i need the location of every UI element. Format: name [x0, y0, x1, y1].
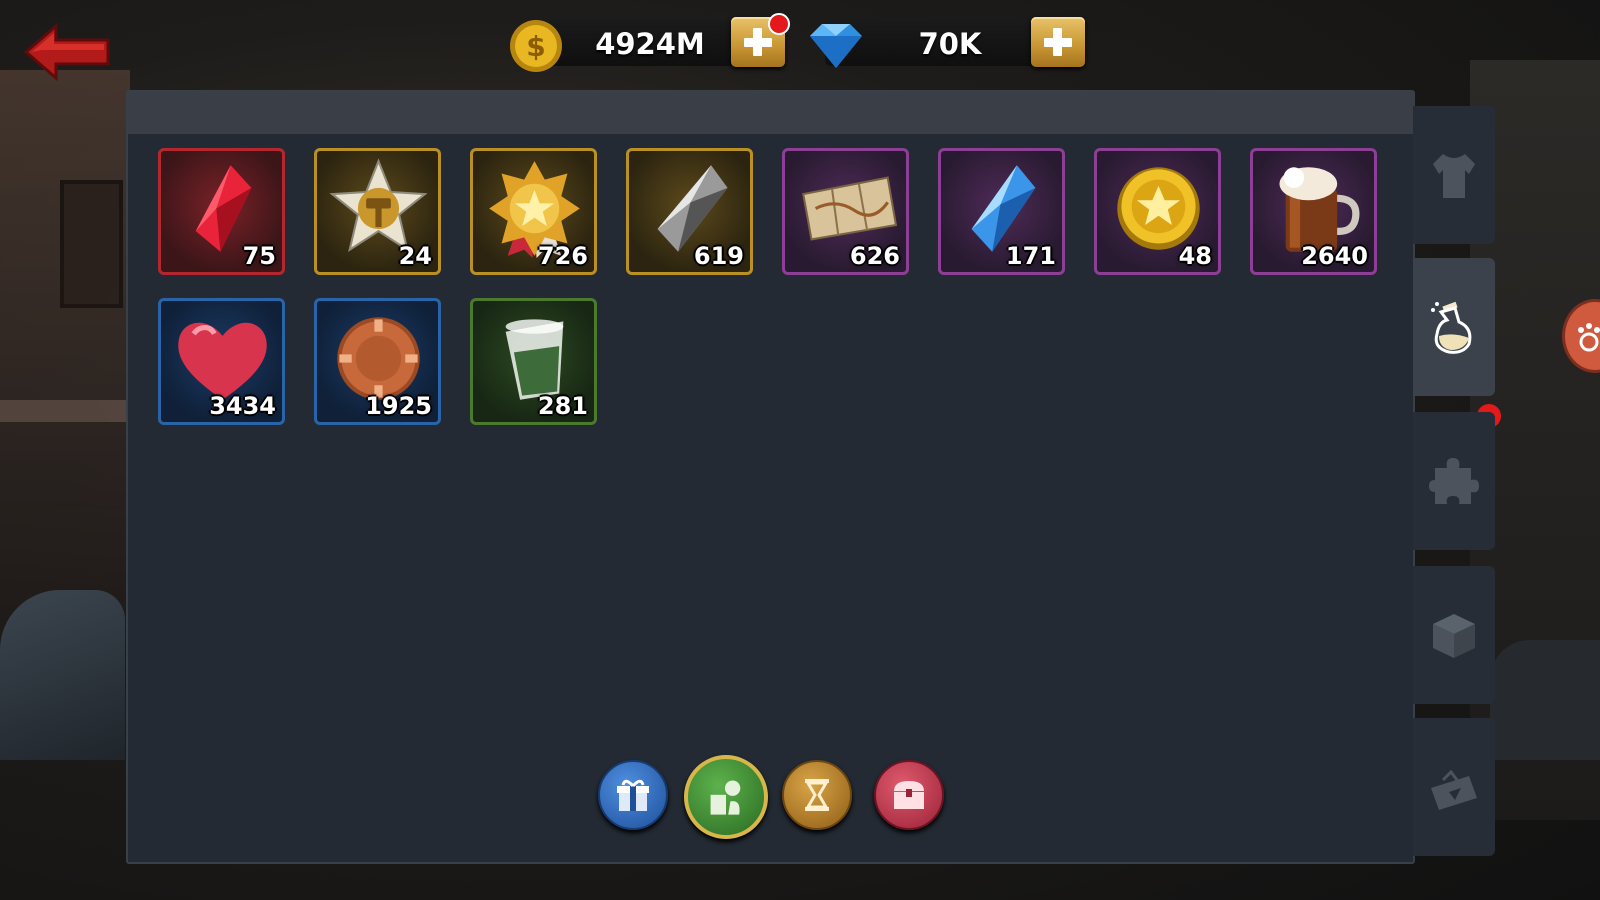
item-count: 2640: [1301, 242, 1368, 270]
side-tab-clothing[interactable]: [1413, 106, 1495, 244]
gems-value: 70K: [918, 27, 982, 61]
consumables-icon: [710, 780, 741, 815]
side-tab-boxes[interactable]: [1413, 566, 1495, 704]
inventory-slot-hammer-medal[interactable]: 24: [314, 148, 441, 275]
panel-header: [128, 92, 1413, 134]
diamond-icon: [810, 24, 862, 68]
item-count: 75: [242, 242, 276, 270]
back-arrow-icon: [23, 22, 110, 82]
side-tab-fragments[interactable]: [1413, 412, 1495, 550]
background-right-car: [1490, 640, 1600, 760]
inventory-panel: 75 24 726 619 626 171 48 2640 3434 1925 …: [126, 90, 1415, 864]
inventory-slot-beer-mug[interactable]: 2640: [1250, 148, 1377, 275]
inventory-slot-blue-crystal[interactable]: 171: [938, 148, 1065, 275]
item-count: 281: [537, 392, 588, 420]
item-count: 1925: [365, 392, 432, 420]
inventory-slot-heart[interactable]: 3434: [158, 298, 285, 425]
gold-notification-dot: [768, 13, 790, 35]
inventory-slot-silver-crystal[interactable]: 619: [626, 148, 753, 275]
filter-gift-button[interactable]: [598, 760, 668, 830]
puzzle-piece-icon: [1429, 458, 1479, 504]
item-count: 3434: [209, 392, 276, 420]
filter-hourglass-button[interactable]: [782, 760, 852, 830]
inventory-slot-star-medal[interactable]: 726: [470, 148, 597, 275]
gold-coin-icon: $: [510, 20, 562, 72]
inventory-slot-shot-glass[interactable]: 281: [470, 298, 597, 425]
inventory-slot-red-crystal[interactable]: 75: [158, 148, 285, 275]
back-button[interactable]: [22, 22, 112, 82]
gift-box-icon: [617, 779, 649, 811]
item-count: 626: [849, 242, 900, 270]
item-count: 48: [1178, 242, 1212, 270]
background-car: [0, 590, 125, 760]
hourglass-icon: [805, 779, 829, 811]
item-count: 726: [537, 242, 588, 270]
svg-text:$: $: [526, 30, 545, 63]
potion-icon: [1431, 301, 1472, 354]
item-count: 619: [693, 242, 744, 270]
treasure-chest-icon: [894, 781, 924, 809]
filter-consumables-button[interactable]: [684, 755, 768, 839]
item-count: 24: [398, 242, 432, 270]
inventory-slot-copper-chip[interactable]: 1925: [314, 298, 441, 425]
inventory-slot-star-coin[interactable]: 48: [1094, 148, 1221, 275]
side-tab-tickets[interactable]: [1413, 718, 1495, 856]
side-tab-consumables[interactable]: [1413, 258, 1495, 396]
ticket-icon: [1431, 769, 1477, 810]
paw-icon: [1578, 323, 1600, 352]
add-gems-button[interactable]: [1031, 17, 1085, 67]
box-icon: [1433, 614, 1475, 658]
item-count: 171: [1005, 242, 1056, 270]
shirt-icon: [1433, 154, 1475, 198]
gold-value: 4924M: [595, 27, 705, 61]
inventory-slot-treasure-map[interactable]: 626: [782, 148, 909, 275]
inventory-grid: 75 24 726 619 626 171 48 2640 3434 1925 …: [142, 134, 1399, 848]
filter-chest-button[interactable]: [874, 760, 944, 830]
